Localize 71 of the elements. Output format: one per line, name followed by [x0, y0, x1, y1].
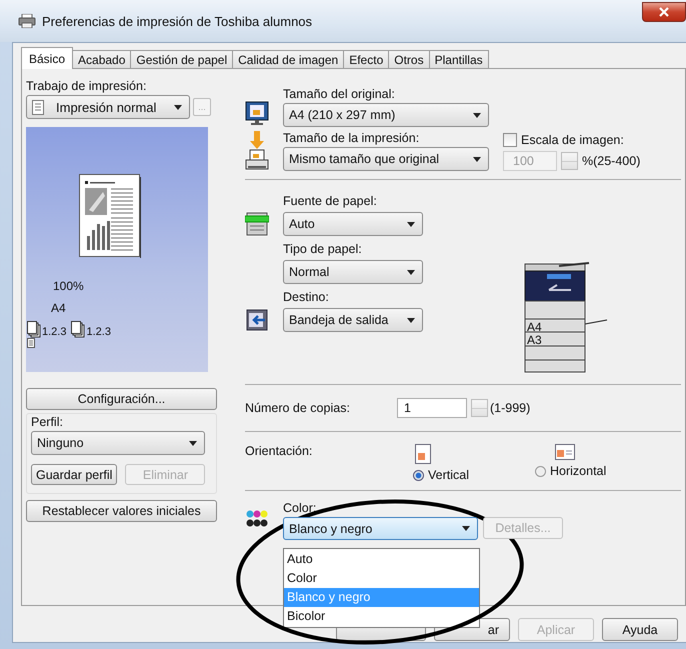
close-button[interactable]	[642, 2, 686, 22]
image-scale-label: Escala de imagen:	[521, 133, 624, 147]
paper-type-label: Tipo de papel:	[283, 242, 362, 256]
orientation-option-label: Horizontal	[550, 464, 606, 478]
orientation-option-label: Vertical	[428, 468, 469, 482]
original-size-dropdown[interactable]: A4 (210 x 297 mm)	[283, 103, 489, 127]
caret-icon	[462, 526, 470, 531]
copies-range-text: (1-999)	[490, 401, 530, 415]
tab[interactable]: Plantillas	[428, 50, 489, 69]
tab[interactable]: Otros	[388, 50, 430, 69]
paper-source-dropdown[interactable]: Auto	[283, 212, 423, 236]
color-label: Color:	[283, 501, 318, 515]
color-dropdown[interactable]: Blanco y negro	[283, 517, 478, 540]
print-job-dropdown[interactable]: Impresión normal	[26, 95, 190, 119]
stacked-pages-icon	[71, 321, 86, 338]
landscape-page-icon	[555, 444, 575, 460]
print-size-dropdown[interactable]: Mismo tamaño que original	[283, 147, 489, 171]
dropdown-option[interactable]: Color	[284, 569, 479, 588]
collate-text: 1.2.3	[86, 326, 111, 338]
configuration-button[interactable]: Configuración...	[26, 388, 217, 410]
checkbox[interactable]	[503, 133, 517, 147]
print-job-label: Trabajo de impresión:	[26, 79, 148, 93]
spinner[interactable]	[471, 399, 488, 417]
save-profile-button[interactable]: Guardar perfil	[31, 464, 118, 485]
tab[interactable]: Efecto	[343, 50, 390, 69]
caret-icon	[473, 112, 481, 118]
document-icon	[32, 100, 44, 114]
tray-label: A3	[527, 334, 542, 347]
copies-label: Número de copias:	[245, 401, 351, 415]
destination-label: Destino:	[283, 290, 329, 304]
zoom-text: 100%	[53, 279, 85, 293]
close-icon	[659, 7, 669, 17]
tab[interactable]: Gestión de papel	[130, 50, 234, 69]
tab[interactable]: Básico	[21, 47, 74, 69]
tab[interactable]: Acabado	[72, 50, 132, 69]
caret-icon	[407, 222, 415, 226]
spinner[interactable]	[561, 152, 578, 170]
output-tray-icon	[245, 308, 269, 332]
profile-label: Perfil:	[31, 415, 64, 429]
down-arrow-icon	[250, 131, 264, 149]
dialog-button[interactable]: Ayuda	[602, 618, 678, 641]
radio-button[interactable]	[535, 466, 546, 476]
paper-size-text: A4	[51, 301, 67, 315]
original-size-label: Tamaño del original:	[283, 87, 396, 101]
reset-button[interactable]: Restablecer valores iniciales	[26, 500, 217, 522]
caret-icon	[174, 104, 182, 110]
printer-icon	[18, 14, 36, 28]
paper-type-dropdown[interactable]: Normal	[283, 260, 423, 284]
caret-icon	[407, 270, 415, 274]
collate-text: 1.2.3	[42, 326, 66, 338]
scale-range-text: %(25-400)	[582, 154, 640, 168]
window-title: Preferencias de impresión de Toshiba alumnos	[42, 14, 312, 28]
paper-source-label: Fuente de papel:	[283, 194, 377, 208]
monitor-icon	[245, 101, 269, 127]
caret-icon	[473, 156, 481, 162]
copies-input[interactable]: 1	[397, 398, 467, 418]
printer-icon	[245, 149, 269, 171]
caret-icon	[189, 440, 197, 446]
profile-dropdown[interactable]: Ninguno	[31, 431, 205, 455]
caret-icon	[407, 318, 415, 322]
dropdown-option[interactable]: Auto	[284, 550, 479, 569]
paper-tray-icon	[245, 212, 269, 236]
portrait-page-icon	[415, 444, 431, 464]
tray-label: A4	[527, 321, 542, 334]
destination-dropdown[interactable]: Bandeja de salida	[283, 308, 423, 332]
orientation-label: Orientación:	[245, 444, 314, 460]
radio-button[interactable]	[413, 470, 424, 480]
stacked-pages-icon	[27, 321, 41, 338]
document-icon	[27, 338, 35, 348]
print-size-label: Tamaño de la impresión:	[283, 131, 420, 145]
tab[interactable]: Calidad de imagen	[232, 50, 344, 69]
